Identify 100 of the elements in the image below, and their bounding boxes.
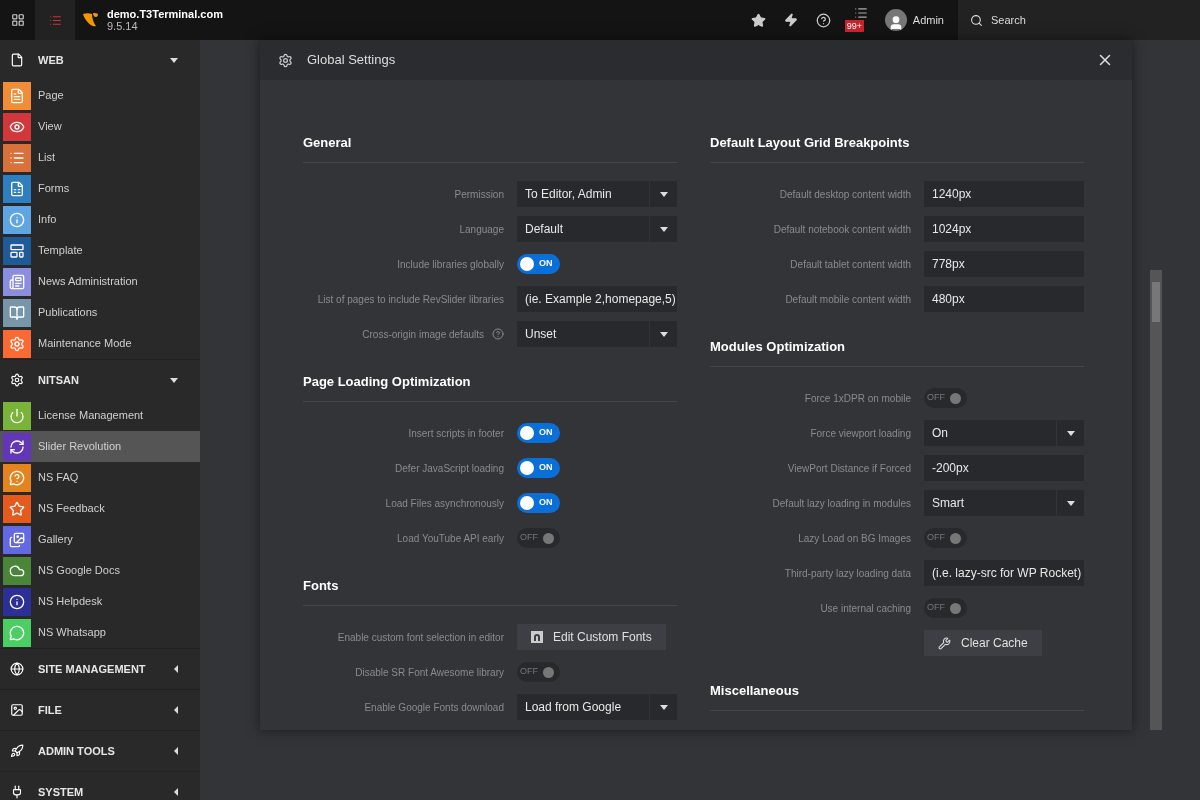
caret-left-icon bbox=[174, 706, 178, 714]
setting-label: Insert scripts in footer bbox=[408, 426, 504, 441]
module-item[interactable]: NS Helpdesk bbox=[0, 586, 200, 617]
module-item[interactable]: NS Whatsapp bbox=[0, 617, 200, 648]
toggle-label: ON bbox=[539, 496, 553, 510]
info-icon bbox=[9, 211, 25, 228]
setting-label: Force viewport loading bbox=[810, 426, 911, 441]
text-field[interactable]: 1024px bbox=[924, 216, 1084, 242]
module-group-header[interactable]: ADMIN TOOLS bbox=[0, 731, 200, 771]
select-field[interactable]: To Editor, Admin bbox=[517, 181, 677, 207]
image-icon bbox=[10, 703, 24, 717]
select-field[interactable]: Load from Google bbox=[517, 694, 677, 720]
module-item[interactable]: Publications bbox=[0, 297, 200, 328]
star-icon[interactable] bbox=[750, 12, 766, 28]
module-list-icon[interactable] bbox=[48, 13, 62, 27]
module-item[interactable]: Info bbox=[0, 204, 200, 235]
setting-label: Default lazy loading in modules bbox=[772, 496, 911, 511]
module-item[interactable]: Template bbox=[0, 235, 200, 266]
group-label: SITE MANAGEMENT bbox=[38, 661, 147, 677]
module-label: Gallery bbox=[38, 532, 73, 548]
caret-down-icon bbox=[659, 226, 668, 232]
dialog-title: Global Settings bbox=[307, 51, 396, 70]
logo-icon[interactable] bbox=[81, 11, 99, 29]
select-field[interactable]: On bbox=[924, 420, 1084, 446]
page-icon bbox=[9, 87, 25, 104]
section-heading: Page Loading Optimization bbox=[303, 374, 471, 389]
group-label: ADMIN TOOLS bbox=[38, 743, 116, 759]
caret-left-icon bbox=[174, 747, 178, 755]
select-field[interactable]: Unset bbox=[517, 321, 677, 347]
toggle-switch[interactable]: ON bbox=[517, 254, 560, 274]
wrench-icon bbox=[938, 636, 951, 650]
module-item[interactable]: NS Feedback bbox=[0, 493, 200, 524]
setting-label: Force 1xDPR on mobile bbox=[804, 391, 911, 406]
module-item[interactable]: Page bbox=[0, 80, 200, 111]
scrollbar[interactable] bbox=[1150, 270, 1162, 730]
edit-fonts-button[interactable]: Edit Custom Fonts bbox=[517, 624, 666, 650]
module-item[interactable]: List bbox=[0, 142, 200, 173]
setting-label: Third-party lazy loading data bbox=[784, 566, 911, 581]
setting-label: Lazy Load on BG Images bbox=[798, 531, 911, 546]
text-field[interactable]: -200px bbox=[924, 455, 1084, 481]
rocket-icon bbox=[10, 744, 24, 758]
chat-bubble-icon bbox=[9, 624, 25, 641]
setting-label: Load YouTube API early bbox=[397, 531, 504, 546]
setting-label: Include libraries globally bbox=[397, 257, 504, 272]
apps-grid-icon[interactable] bbox=[10, 13, 25, 27]
bolt-icon[interactable] bbox=[783, 13, 798, 27]
toggle-switch[interactable]: ON bbox=[517, 423, 560, 443]
module-group-header[interactable]: SYSTEM bbox=[0, 772, 200, 800]
select-field[interactable]: Smart bbox=[924, 490, 1084, 516]
file-icon bbox=[10, 53, 24, 67]
setting-label: Default mobile content width bbox=[785, 292, 911, 307]
module-item[interactable]: License Management bbox=[0, 400, 200, 431]
toggle-label: ON bbox=[539, 257, 553, 271]
user-avatar[interactable] bbox=[884, 9, 907, 31]
toggle-switch[interactable]: ON bbox=[517, 493, 560, 513]
setting-label: Defer JavaScript loading bbox=[395, 461, 504, 476]
caret-down-icon bbox=[1066, 500, 1075, 506]
module-item[interactable]: Forms bbox=[0, 173, 200, 204]
text-field[interactable]: 1240px bbox=[924, 181, 1084, 207]
text-field[interactable]: (i.e. lazy-src for WP Rocket) bbox=[924, 560, 1084, 586]
module-label: Info bbox=[38, 212, 57, 228]
module-group-header[interactable]: WEB bbox=[0, 40, 200, 80]
gear-icon bbox=[10, 373, 24, 387]
select-field[interactable]: Default bbox=[517, 216, 677, 242]
module-group-header[interactable]: SITE MANAGEMENT bbox=[0, 649, 200, 689]
text-field[interactable]: (ie. Example 2,homepage,5) bbox=[517, 286, 677, 312]
section-heading: General bbox=[303, 135, 352, 150]
toggle-switch[interactable]: ON bbox=[517, 458, 560, 478]
module-item[interactable]: NS Google Docs bbox=[0, 555, 200, 586]
search-area[interactable]: Search bbox=[958, 0, 1200, 40]
clear-cache-button[interactable]: Clear Cache bbox=[924, 630, 1042, 656]
toggle-label: ON bbox=[539, 461, 553, 475]
setting-label: Default desktop content width bbox=[779, 187, 911, 202]
power-icon bbox=[9, 407, 25, 424]
module-label: NS Feedback bbox=[38, 501, 105, 517]
section-heading: Miscellaneous bbox=[710, 683, 799, 698]
search-icon bbox=[970, 13, 983, 27]
images-icon bbox=[9, 531, 25, 548]
module-label: NS Whatsapp bbox=[38, 625, 106, 641]
module-group-header[interactable]: FILE bbox=[0, 690, 200, 730]
form-icon bbox=[9, 180, 25, 197]
module-item[interactable]: Gallery bbox=[0, 524, 200, 555]
notifications-icon[interactable] bbox=[853, 6, 868, 20]
setting-label: Disable SR Font Awesome library bbox=[355, 665, 504, 680]
module-item[interactable]: Slider Revolution bbox=[0, 431, 200, 462]
setting-label: List of pages to include RevSlider libraries bbox=[317, 292, 504, 307]
user-name[interactable]: Admin bbox=[912, 11, 944, 29]
text-field[interactable]: 480px bbox=[924, 286, 1084, 312]
caret-down-icon bbox=[659, 191, 668, 197]
module-item[interactable]: News Administration bbox=[0, 266, 200, 297]
module-item[interactable]: View bbox=[0, 111, 200, 142]
help-icon[interactable] bbox=[815, 12, 831, 28]
setting-label: Cross-origin image defaults bbox=[362, 327, 484, 342]
setting-label: Default notebook content width bbox=[773, 222, 911, 237]
text-field[interactable]: 778px bbox=[924, 251, 1084, 277]
module-item[interactable]: NS FAQ bbox=[0, 462, 200, 493]
caret-down-icon bbox=[170, 377, 178, 383]
module-group-header[interactable]: NITSAN bbox=[0, 360, 200, 400]
module-item[interactable]: Maintenance Mode bbox=[0, 328, 200, 359]
section-heading: Default Layout Grid Breakpoints bbox=[710, 135, 910, 150]
